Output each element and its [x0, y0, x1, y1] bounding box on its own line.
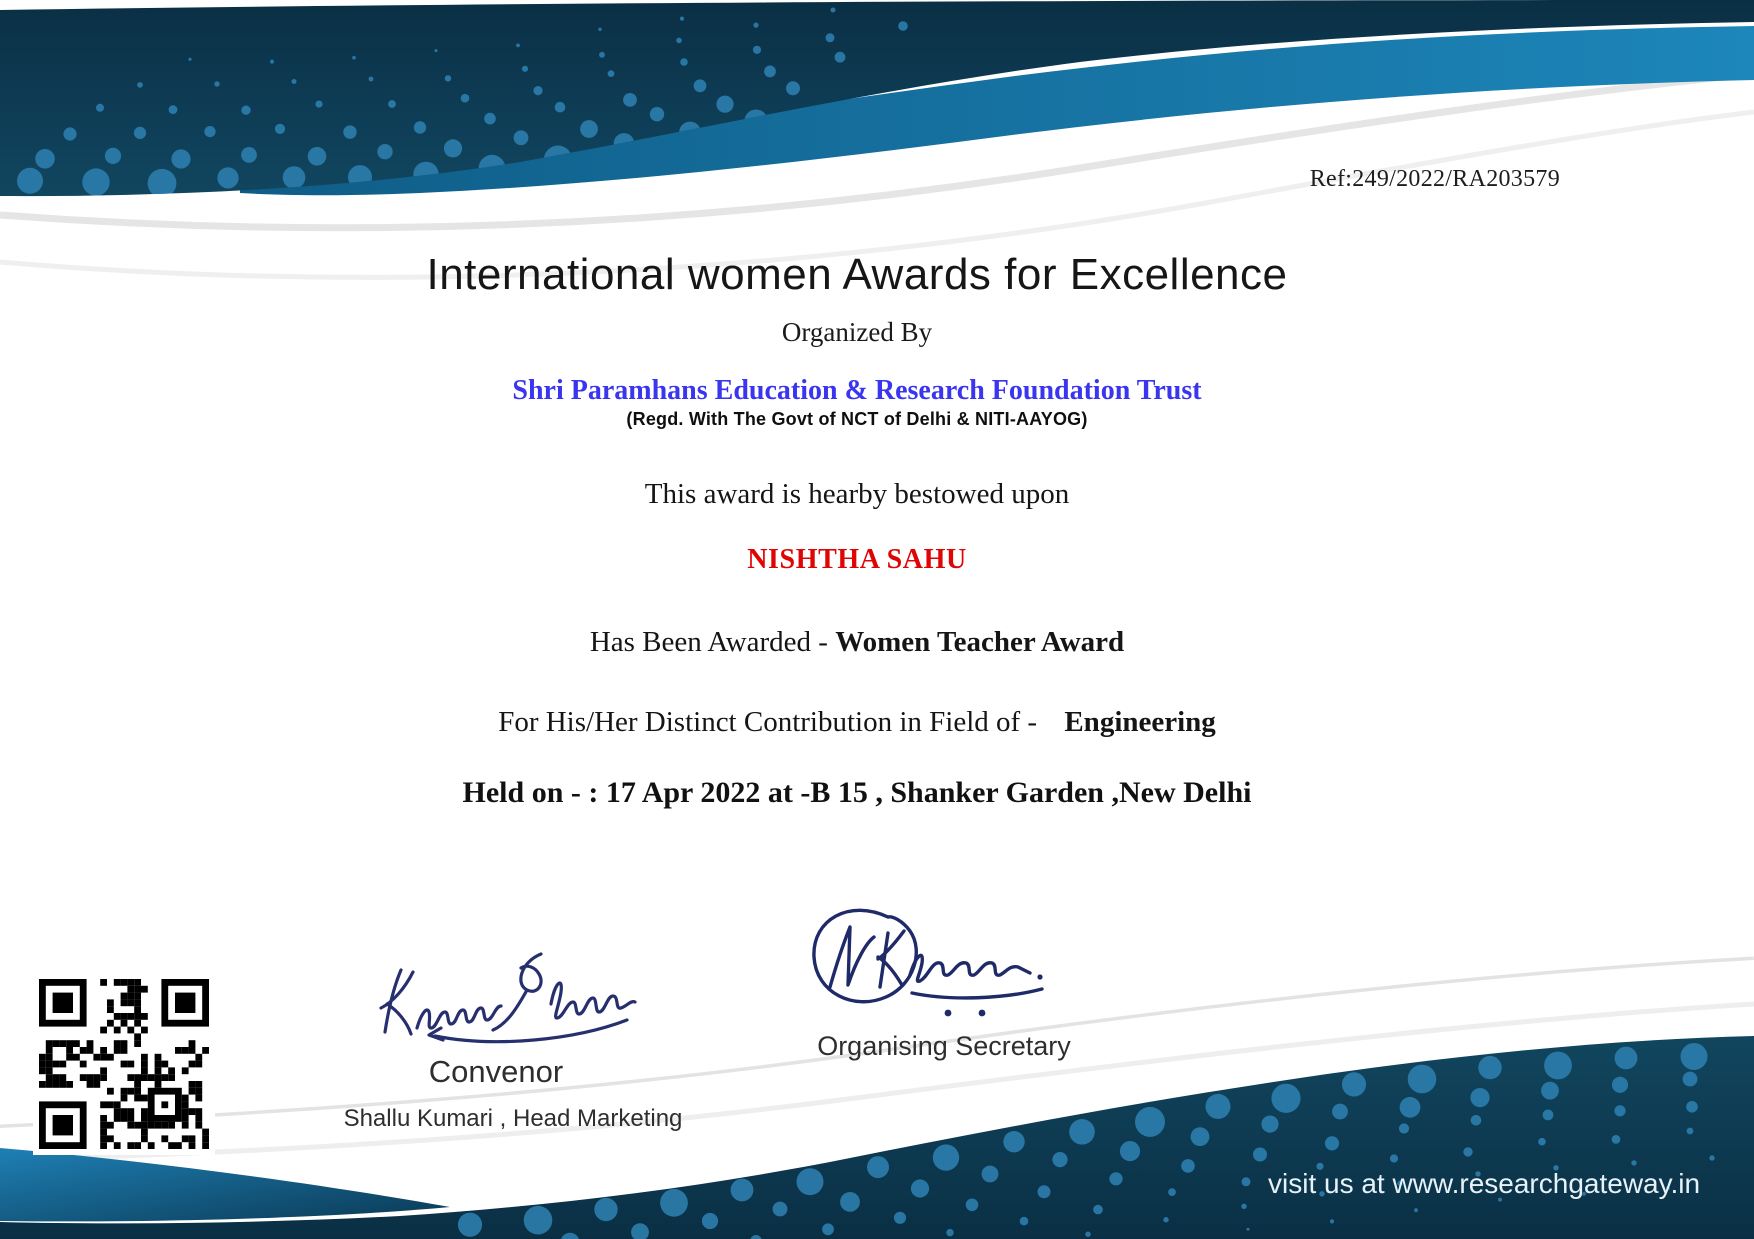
website-text: visit us at www.researchgateway.in — [1268, 1168, 1632, 1200]
organization-name: Shri Paramhans Education & Research Foun… — [0, 375, 1714, 407]
convenor-role-label: Convenor — [336, 1054, 656, 1090]
qr-code — [33, 973, 215, 1155]
bottom-gray-ribbon-2 — [0, 1004, 1754, 1160]
top-halftone-dots — [17, 0, 1094, 198]
top-gray-ribbon-1 — [0, 74, 1754, 228]
certificate-page: Ref:249/2022/RA203579 International wome… — [0, 0, 1754, 1239]
ref-number: Ref:249/2022/RA203579 — [1310, 166, 1560, 193]
award-line: Has Been Awarded - Women Teacher Award — [0, 626, 1714, 659]
field-line-prefix: For His/Her Distinct Contribution in Fie… — [498, 706, 1044, 738]
held-on-line: Held on - : 17 Apr 2022 at -B 15 , Shank… — [0, 776, 1714, 810]
organized-by-label: Organized By — [0, 317, 1714, 348]
field-value: Engineering — [1064, 706, 1215, 738]
convenor-detail-label: Shallu Kumari , Head Marketing — [293, 1105, 733, 1133]
certificate-title: International women Awards for Excellenc… — [0, 250, 1714, 300]
bottom-dark-band — [0, 1036, 1754, 1239]
award-line-prefix: Has Been Awarded - — [590, 626, 835, 658]
top-wave-decoration — [0, 0, 1754, 420]
convenor-signature — [365, 940, 655, 1055]
organization-registration: (Regd. With The Govt of NCT of Delhi & N… — [0, 409, 1714, 430]
bottom-blue-wedge — [0, 1148, 450, 1221]
organising-secretary-signature — [790, 895, 1080, 1025]
field-line: For His/Her Distinct Contribution in Fie… — [0, 706, 1714, 739]
award-name: Women Teacher Award — [835, 626, 1124, 658]
recipient-name: NISHTHA SAHU — [0, 544, 1714, 576]
bestowed-line: This award is hearby bestowed upon — [0, 478, 1714, 511]
organising-secretary-label: Organising Secretary — [784, 1031, 1104, 1062]
